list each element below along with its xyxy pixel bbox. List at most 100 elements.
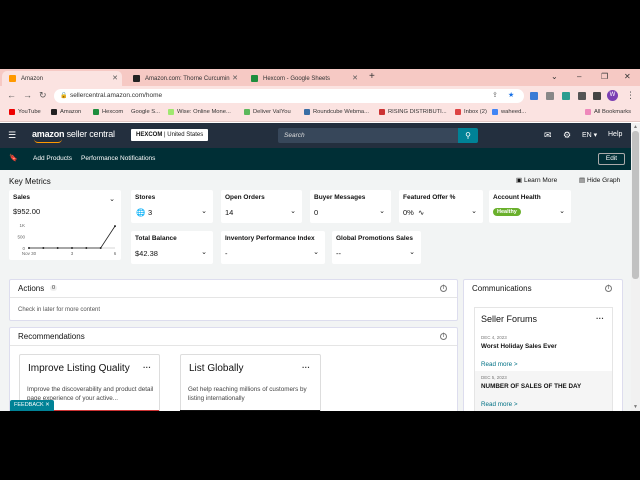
scroll-down-icon[interactable]: ▼	[633, 404, 638, 410]
read-more-link[interactable]: Read more >	[481, 361, 518, 368]
search-input[interactable]: Search	[278, 128, 460, 143]
trend-down-icon: ∿	[418, 208, 425, 217]
search-button[interactable]: ⚲	[458, 128, 478, 143]
bookmark-label: Deliver VaIYou	[253, 109, 291, 115]
new-tab-button[interactable]: +	[369, 71, 375, 82]
bookmark-amazon[interactable]: Amazon	[51, 109, 81, 115]
amazon-icon	[51, 109, 57, 115]
store-selector[interactable]: HEXCOM | United States	[131, 129, 209, 141]
forum-post-title[interactable]: Worst Holiday Sales Ever	[481, 343, 557, 350]
bookmark-wise[interactable]: Wise: Online Mone...	[168, 109, 231, 115]
bookmark-rising[interactable]: RISING DISTRIBUTI...	[379, 109, 447, 115]
tab-google-sheets[interactable]: Hexcom - Google Sheets ✕	[244, 71, 362, 86]
chevron-down-icon[interactable]: ⌄	[109, 195, 115, 203]
roundcube-icon	[304, 109, 310, 115]
recommendation-card-list-globally[interactable]: List Globally ··· Get help reaching mill…	[180, 354, 321, 411]
learn-more-link[interactable]: ▣ Learn More	[516, 176, 557, 184]
gear-icon[interactable]: ⚙	[563, 130, 571, 141]
forward-icon[interactable]: →	[23, 90, 32, 100]
featured-offer-value: 0%	[403, 208, 414, 217]
all-bookmarks[interactable]: All Bookmarks	[585, 109, 631, 115]
open-orders-metric-card[interactable]: Open Orders 14 ⌄	[221, 190, 302, 223]
bookmark-youtube[interactable]: YouTube	[9, 109, 41, 115]
sales-data-point	[42, 247, 45, 249]
hamburger-menu-icon[interactable]: ☰	[8, 130, 16, 141]
page-scrollbar[interactable]: ▲ ▼	[631, 123, 640, 411]
chevron-down-icon[interactable]: ⌄	[379, 207, 385, 215]
bookmark-flag-icon[interactable]: 🔖	[9, 154, 18, 162]
close-tab-icon[interactable]: ✕	[112, 74, 118, 82]
edit-button[interactable]: Edit	[598, 153, 625, 165]
total-balance-metric-card[interactable]: Total Balance $42.38 ⌄	[131, 231, 213, 264]
open-orders-value: 14	[225, 208, 234, 217]
bookmark-roundcube[interactable]: Roundcube Webma...	[304, 109, 369, 115]
chevron-down-icon[interactable]: ⌄	[313, 248, 319, 256]
chevron-down-icon[interactable]: ⌄	[409, 248, 415, 256]
chevron-down-icon[interactable]: ⌄	[201, 248, 207, 256]
seller-central-logo[interactable]: amazon seller central	[32, 129, 115, 143]
buyer-messages-metric-card[interactable]: Buyer Messages 0 ⌄	[310, 190, 391, 223]
language-selector[interactable]: EN ▾	[582, 131, 597, 139]
hide-graph-label: Hide Graph	[586, 177, 621, 184]
extension-icon[interactable]	[530, 92, 538, 100]
tab-amazon[interactable]: Amazon ✕	[2, 71, 122, 86]
inventory-performance-label: Inventory Performance Index	[225, 235, 315, 242]
sales-value: $952.00	[13, 207, 41, 216]
info-icon[interactable]: i	[605, 285, 612, 292]
bookmark-waheed[interactable]: waheed...	[492, 109, 526, 115]
share-icon[interactable]: ⇪	[492, 89, 498, 103]
sales-metric-card[interactable]: Sales ⌄ $952.00 1K 500 0 Nov 30 3 6	[9, 190, 121, 260]
inventory-performance-metric-card[interactable]: Inventory Performance Index - ⌄	[221, 231, 325, 264]
bookmark-star-icon[interactable]: ★	[508, 89, 514, 103]
add-products-link[interactable]: Add Products	[33, 155, 72, 162]
feedback-button[interactable]: FEEDBACK ✕	[10, 400, 54, 411]
chevron-down-icon[interactable]: ⌄	[290, 207, 296, 215]
sales-data-point	[99, 247, 102, 249]
extension-icon[interactable]	[562, 92, 570, 100]
more-options-icon[interactable]: ···	[143, 363, 151, 372]
close-tab-icon[interactable]: ✕	[232, 74, 238, 82]
url-input[interactable]: 🔒 sellercentral.amazon.com/home ⇪ ★	[54, 89, 524, 103]
tab-list-icon[interactable]: ⌄	[551, 72, 558, 81]
sales-chart: 1K5000Nov 30 3 6	[17, 223, 116, 256]
more-options-icon[interactable]: ···	[596, 314, 604, 323]
bookmark-deliver[interactable]: Deliver VaIYou	[244, 109, 291, 115]
chevron-down-icon[interactable]: ⌄	[559, 207, 565, 215]
global-promotions-metric-card[interactable]: Global Promotions Sales -- ⌄	[332, 231, 421, 264]
minimize-button[interactable]: –	[577, 72, 581, 81]
healthy-badge: Healthy	[493, 208, 521, 216]
profile-avatar[interactable]: W	[607, 90, 618, 101]
close-tab-icon[interactable]: ✕	[352, 74, 358, 82]
extension-icon[interactable]	[546, 92, 554, 100]
hide-graph-link[interactable]: ▤ Hide Graph	[579, 176, 620, 184]
bookmark-label: Hexcom	[102, 109, 124, 115]
help-link[interactable]: Help	[608, 131, 622, 138]
extensions-puzzle-icon[interactable]	[578, 92, 586, 100]
performance-notifications-link[interactable]: Performance Notifications	[81, 155, 155, 162]
bookmark-label: Roundcube Webma...	[313, 109, 369, 115]
sidepanel-icon[interactable]	[593, 92, 601, 100]
tab-amazon-product[interactable]: Amazon.com: Thorne Curcumin ✕	[126, 71, 242, 86]
info-icon[interactable]: i	[440, 285, 447, 292]
stores-metric-card[interactable]: Stores 🌐 3 ⌄	[131, 190, 213, 223]
bookmark-google-sheets[interactable]: Google S...	[131, 109, 160, 115]
mail-icon[interactable]: ✉	[544, 130, 552, 141]
scrollbar-thumb[interactable]	[632, 131, 639, 279]
bookmark-hexcom[interactable]: Hexcom	[93, 109, 123, 115]
browser-menu-icon[interactable]: ⋮	[626, 90, 635, 101]
reload-icon[interactable]: ↻	[39, 90, 47, 101]
chevron-down-icon[interactable]: ⌄	[471, 207, 477, 215]
restore-button[interactable]: ❐	[601, 72, 608, 81]
scroll-up-icon[interactable]: ▲	[633, 124, 638, 130]
back-icon[interactable]: ←	[7, 90, 16, 100]
account-health-metric-card[interactable]: Account Health Healthy ⌄	[489, 190, 571, 223]
chevron-down-icon[interactable]: ⌄	[201, 207, 207, 215]
close-window-button[interactable]: ✕	[624, 72, 631, 81]
bookmark-inbox[interactable]: Inbox (2)	[455, 109, 487, 115]
info-icon[interactable]: i	[440, 333, 447, 340]
more-options-icon[interactable]: ···	[302, 363, 310, 372]
read-more-link[interactable]: Read more >	[481, 401, 518, 408]
seller-central-header: ☰ amazon seller central HEXCOM | United …	[0, 123, 631, 148]
forum-post-title[interactable]: NUMBER OF SALES OF THE DAY	[481, 383, 581, 390]
featured-offer-metric-card[interactable]: Featured Offer % 0% ∿ ⌄	[399, 190, 483, 223]
